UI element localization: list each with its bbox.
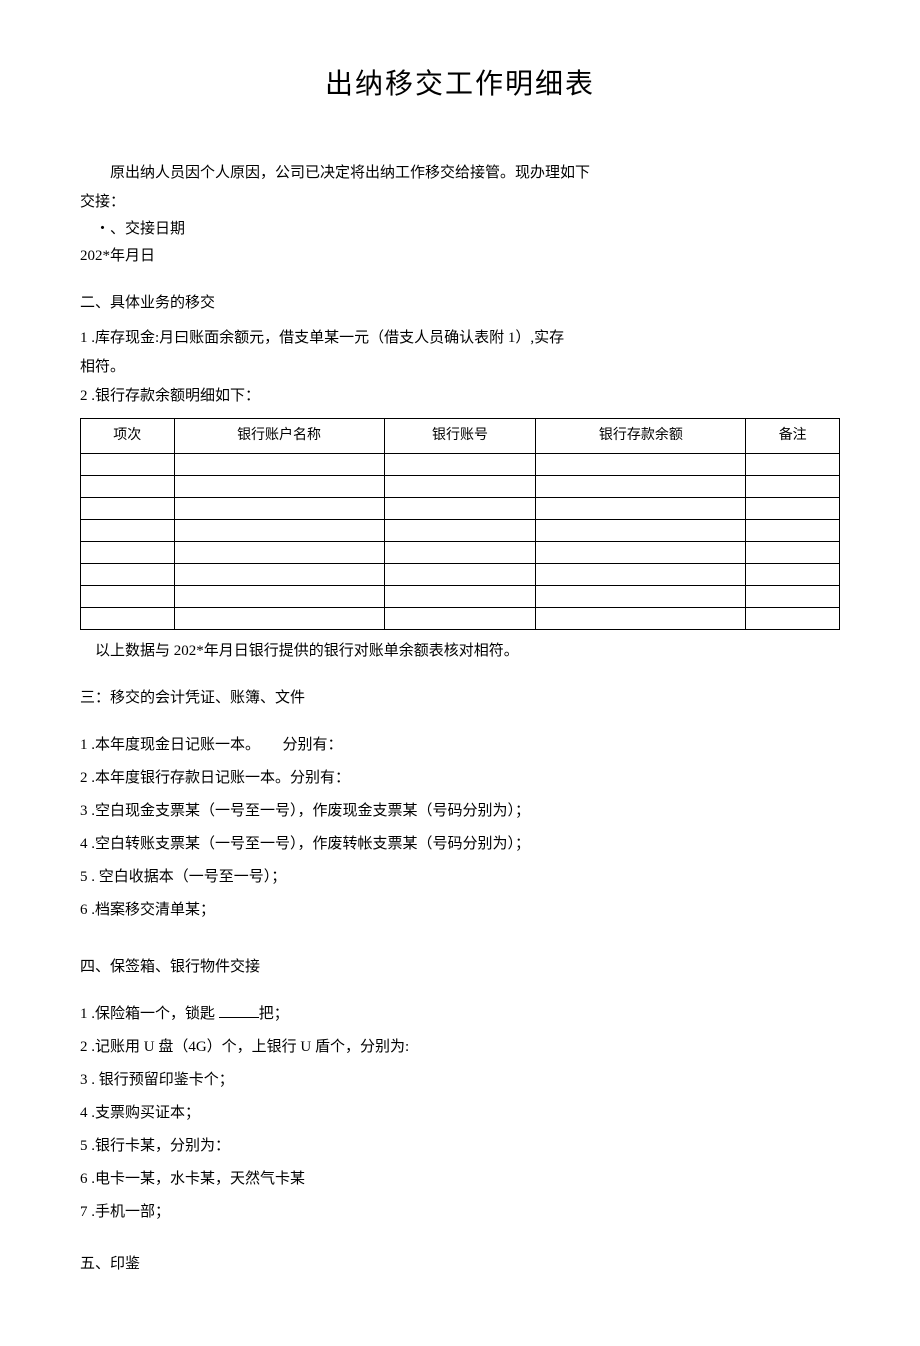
table-header: 银行存款余额 [536,419,746,453]
table-header: 项次 [81,419,175,453]
intro-text-2: 交接： [80,189,840,216]
blank-underline [219,1003,259,1018]
table-row [81,585,840,607]
section3-item: 2 .本年度银行存款日记账一本。分别有： [80,765,840,792]
section1-label: ・、交接日期 [80,216,840,243]
date-line: 202*年月日 [80,243,840,270]
section4-item: 7 .手机一部； [80,1199,840,1226]
table-row [81,497,840,519]
section2-item1: 1 .库存现金:月曰账面余额元，借支单某一元（借支人员确认表附 1）,实存 [80,325,840,352]
table-header: 银行账号 [384,419,536,453]
table-row [81,607,840,629]
document-title: 出纳移交工作明细表 [80,60,840,110]
section4-item: 6 .电卡一某，水卡某，天然气卡某 [80,1166,840,1193]
section4-item: 2 .记账用 U 盘（4G）个，上银行 U 盾个，分别为: [80,1034,840,1061]
section4-item: 3 . 银行预留印鉴卡个； [80,1067,840,1094]
table-row [81,541,840,563]
section2-heading: 二、具体业务的移交 [80,290,840,317]
table-row [81,453,840,475]
section4-item: 4 .支票购买证本； [80,1100,840,1127]
section4-item1-pre: 1 .保险箱一个，锁匙 [80,1006,219,1022]
section3-item: 6 .档案移交清单某； [80,897,840,924]
section3-item: 1 .本年度现金日记账一本。 分别有： [80,732,840,759]
section3-heading: 三：移交的会计凭证、账簿、文件 [80,685,840,712]
section2-item1b: 相符。 [80,354,840,381]
section4-heading: 四、保签箱、银行物件交接 [80,954,840,981]
bank-table: 项次 银行账户名称 银行账号 银行存款余额 备注 [80,418,840,629]
table-header: 银行账户名称 [174,419,384,453]
section4-item1-post: 把； [259,1006,289,1022]
table-header: 备注 [746,419,840,453]
intro-text: 原出纳人员因个人原因，公司已决定将出纳工作移交给接管。现办理如下 [80,160,840,187]
section4-item: 1 .保险箱一个，锁匙 把； [80,1001,840,1028]
table-row [81,519,840,541]
table-row [81,563,840,585]
table-row [81,475,840,497]
table-header-row: 项次 银行账户名称 银行账号 银行存款余额 备注 [81,419,840,453]
section2-item2: 2 .银行存款余额明细如下： [80,383,840,410]
section3-item: 3 .空白现金支票某（一号至一号），作废现金支票某（号码分别为）； [80,798,840,825]
table-note: 以上数据与 202*年月日银行提供的银行对账单余额表核对相符。 [80,638,840,665]
section3-item: 5 . 空白收据本（一号至一号）； [80,864,840,891]
section5-heading: 五、印鉴 [80,1251,840,1278]
section4-item: 5 .银行卡某，分别为： [80,1133,840,1160]
section3-item: 4 .空白转账支票某（一号至一号），作废转帐支票某（号码分别为）； [80,831,840,858]
